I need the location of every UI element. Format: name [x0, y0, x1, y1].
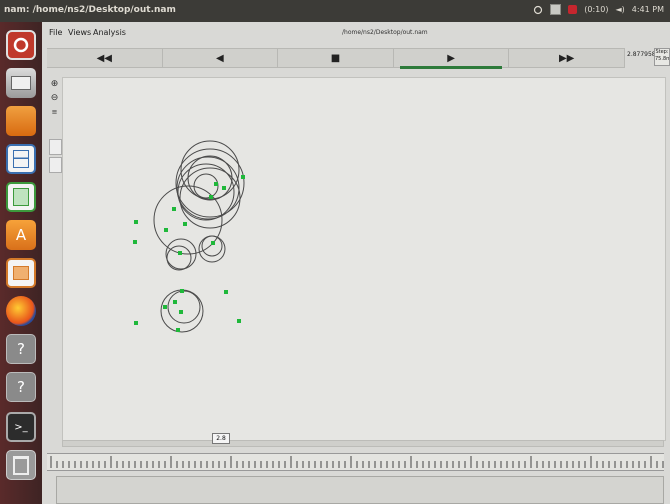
node[interactable]: [163, 305, 167, 309]
node[interactable]: [241, 175, 245, 179]
step-size-control[interactable]: Step: 75.8ms: [654, 48, 670, 66]
ubuntu-icon[interactable]: [6, 30, 36, 60]
transmission-range-circle: [201, 235, 223, 257]
node[interactable]: [178, 251, 182, 255]
step-size-label: Step: 75.8ms: [655, 49, 669, 62]
impress-icon[interactable]: [6, 258, 36, 288]
files-icon[interactable]: [6, 68, 36, 98]
clock[interactable]: 4:41 PM: [632, 5, 664, 14]
zoom-slider-handle-2[interactable]: [49, 157, 62, 173]
rewind-button[interactable]: ◀◀: [47, 49, 163, 67]
node[interactable]: [173, 300, 177, 304]
folder-icon[interactable]: [6, 106, 36, 136]
play-button[interactable]: ▶: [394, 49, 510, 69]
layout-icon[interactable]: ≡: [49, 107, 60, 118]
zoom-in-icon[interactable]: ⊕: [49, 79, 60, 90]
simulation-time: 2.877958: [627, 51, 656, 58]
playback-controls: ◀◀ ◀ ■ ▶ ▶▶: [47, 48, 625, 69]
software-center-icon[interactable]: A: [6, 220, 36, 250]
node[interactable]: [222, 186, 226, 190]
system-top-bar: nam: /home/ns2/Desktop/out.nam (0:10) ◄)…: [0, 0, 670, 22]
alert-icon[interactable]: [568, 5, 578, 14]
unknown-app-icon-2[interactable]: ?: [6, 372, 36, 402]
firefox-icon[interactable]: [6, 296, 36, 326]
node[interactable]: [183, 222, 187, 226]
speaker-icon[interactable]: ◄): [615, 5, 624, 14]
node[interactable]: [172, 207, 176, 211]
menu-views[interactable]: Views: [68, 28, 91, 37]
network-icon[interactable]: [533, 5, 543, 15]
nam-window: File Views Analysis /home/ns2/Desktop/ou…: [42, 22, 670, 504]
menu-analysis[interactable]: Analysis: [93, 28, 126, 37]
node[interactable]: [214, 182, 218, 186]
writer-icon[interactable]: [6, 144, 36, 174]
trash-icon[interactable]: [6, 450, 36, 480]
canvas-horizontal-scrollbar[interactable]: [62, 440, 664, 447]
terminal-icon[interactable]: >_: [6, 412, 36, 442]
stop-button[interactable]: ■: [278, 49, 394, 67]
topology-svg: [133, 140, 245, 333]
fast-forward-button[interactable]: ▶▶: [509, 49, 625, 67]
launcher: A ? ? >_: [0, 22, 42, 504]
menu-bar: File Views Analysis /home/ns2/Desktop/ou…: [42, 22, 670, 44]
node[interactable]: [211, 241, 215, 245]
network-animation-canvas[interactable]: [62, 77, 666, 441]
system-tray: (0:10) ◄) 4:41 PM: [533, 4, 664, 15]
node[interactable]: [134, 321, 138, 325]
node[interactable]: [179, 310, 183, 314]
node[interactable]: [134, 220, 138, 224]
step-back-button[interactable]: ◀: [163, 49, 279, 67]
packet-monitor-panel: [56, 476, 664, 504]
trace-file-path: /home/ns2/Desktop/out.nam: [342, 29, 428, 36]
timeline-ticks: [50, 456, 664, 468]
calc-icon[interactable]: [6, 182, 36, 212]
node[interactable]: [237, 319, 241, 323]
node[interactable]: [209, 195, 213, 199]
timeline-ruler[interactable]: [47, 453, 664, 471]
zoom-toolbar: ⊕ ⊖ ≡: [47, 79, 62, 453]
node[interactable]: [224, 290, 228, 294]
zoom-out-icon[interactable]: ⊖: [49, 93, 60, 104]
zoom-slider-handle[interactable]: [49, 139, 62, 155]
node[interactable]: [176, 328, 180, 332]
transmission-range-circle: [167, 290, 201, 324]
node[interactable]: [164, 228, 168, 232]
menu-file[interactable]: File: [49, 28, 62, 37]
transmission-range-circle: [187, 155, 233, 201]
unknown-app-icon[interactable]: ?: [6, 334, 36, 364]
timeline-marker[interactable]: 2.8: [212, 433, 230, 444]
keyboard-icon[interactable]: [550, 4, 562, 15]
node[interactable]: [180, 289, 184, 293]
volume-indicator[interactable]: (0:10): [584, 5, 608, 14]
transmission-range-circle: [175, 148, 245, 218]
transmission-range-circle: [166, 245, 192, 271]
node[interactable]: [133, 240, 137, 244]
window-title: nam: /home/ns2/Desktop/out.nam: [4, 5, 176, 15]
